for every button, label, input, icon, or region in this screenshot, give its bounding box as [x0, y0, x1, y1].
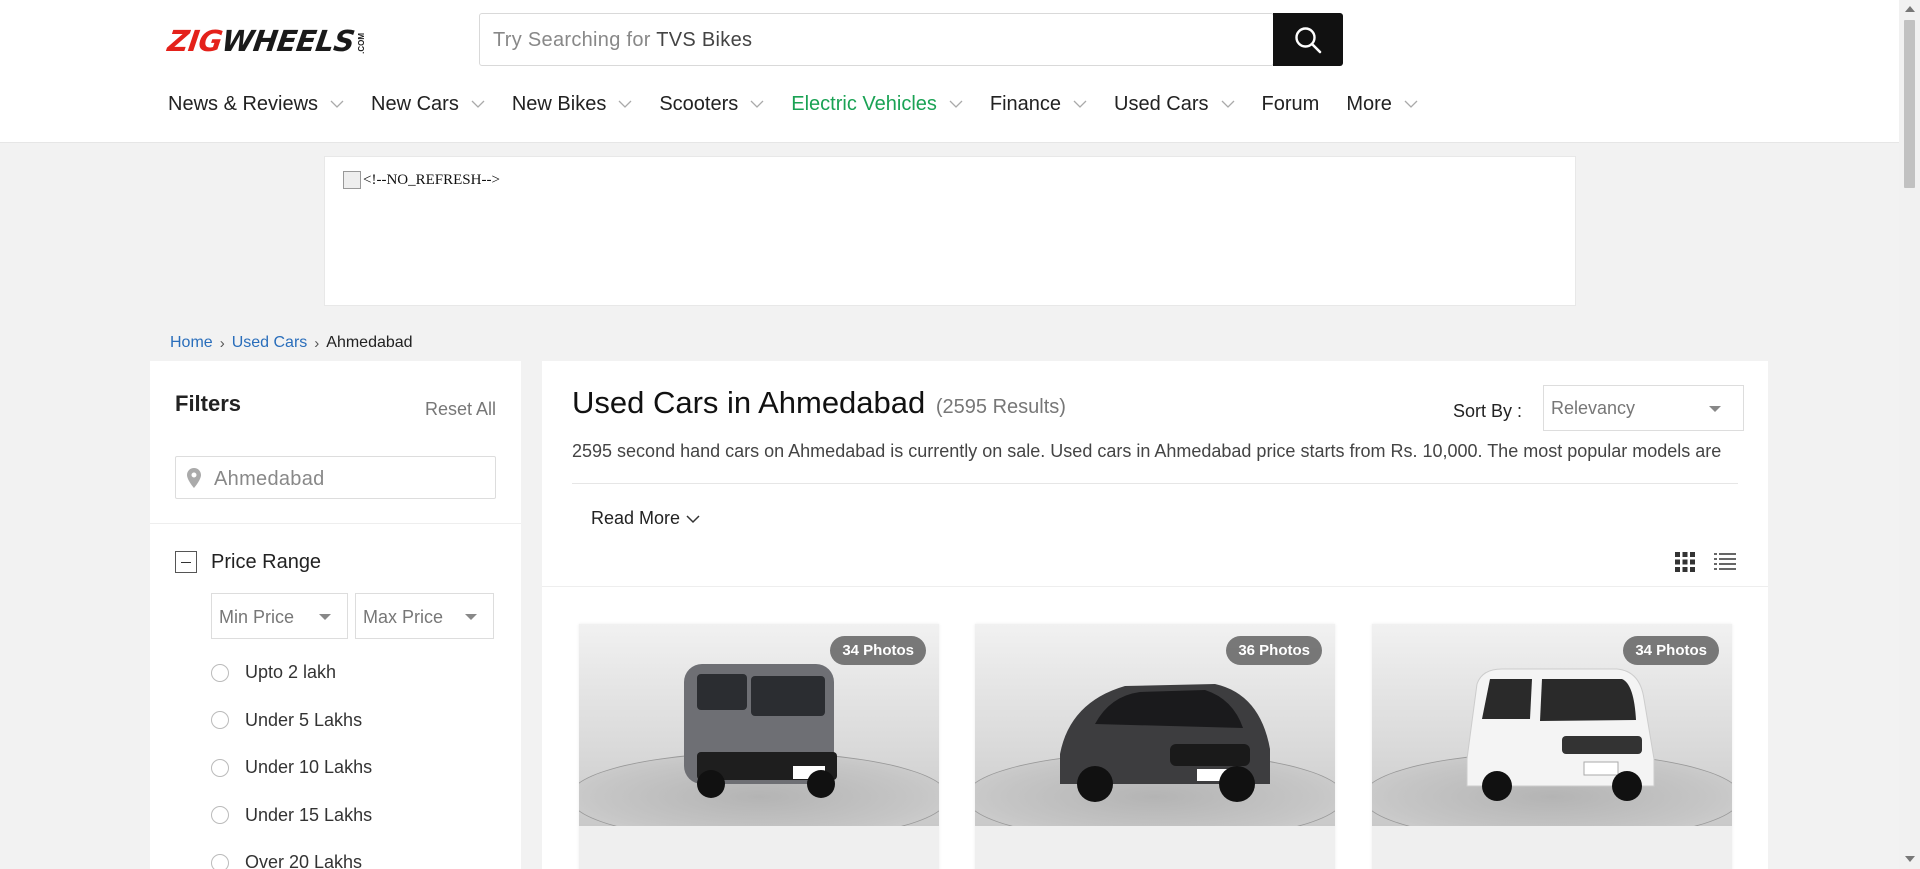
breadcrumb-separator-icon: › [219, 334, 225, 352]
listing-description: 2595 second hand cars on Ahmedabad is cu… [572, 441, 1722, 461]
breadcrumb: Home › Used Cars › Ahmedabad [170, 334, 413, 352]
chevron-down-icon [686, 514, 700, 523]
price-option[interactable]: Under 5 Lakhs [211, 710, 362, 731]
city-value: Ahmedabad [214, 468, 325, 490]
chevron-down-icon [949, 100, 963, 108]
chevron-down-icon [1404, 100, 1418, 108]
car-listing-card[interactable]: 34 Photos [1372, 624, 1732, 869]
nav-item-new-cars[interactable]: New Cars [371, 93, 485, 116]
nav-item-finance[interactable]: Finance [990, 93, 1087, 116]
main-nav: News & Reviews New Cars New Bikes Scooters E… [168, 92, 1445, 116]
ad-banner[interactable]: <!--NO_REFRESH--> [324, 156, 1576, 306]
chevron-down-icon [1221, 100, 1234, 108]
city-field[interactable]: Ahmedabad [175, 456, 496, 499]
chevron-down-icon [1073, 100, 1087, 108]
list-view-icon[interactable] [1714, 552, 1736, 572]
caret-down-icon [465, 614, 477, 620]
scroll-down-arrow-icon[interactable] [1905, 856, 1915, 862]
site-header: ZIG WHEELS .COM Try Searching for TVS Bike… [0, 0, 1899, 143]
price-option[interactable]: Upto 2 lakh [211, 662, 336, 683]
breadcrumb-home[interactable]: Home [170, 334, 213, 352]
nav-item-news-reviews[interactable]: News & Reviews [168, 93, 344, 116]
divider [572, 483, 1738, 484]
caret-down-icon [1709, 406, 1721, 412]
radio-button[interactable] [211, 853, 229, 869]
page-title: Used Cars in Ahmedabad (2595 Results) [572, 385, 1066, 420]
chevron-down-icon [618, 100, 632, 108]
price-option[interactable]: Over 20 Lakhs [211, 852, 362, 869]
card-details [975, 826, 1335, 869]
nav-item-more[interactable]: More [1346, 93, 1418, 116]
photo-count-badge: 36 Photos [1226, 636, 1322, 665]
read-more-button[interactable]: Read More [591, 508, 700, 529]
nav-item-new-bikes[interactable]: New Bikes [512, 93, 632, 116]
nav-item-electric-vehicles[interactable]: Electric Vehicles [791, 93, 963, 116]
radio-button[interactable] [211, 806, 229, 824]
sort-select[interactable]: Relevancy [1543, 385, 1744, 431]
location-pin-icon [187, 468, 201, 488]
price-range-title: Price Range [211, 551, 322, 573]
card-details [1372, 826, 1732, 869]
listing-panel: Used Cars in Ahmedabad (2595 Results) So… [542, 361, 1768, 869]
price-option[interactable]: Under 10 Lakhs [211, 757, 372, 778]
search-button[interactable] [1273, 13, 1343, 66]
radio-button[interactable] [211, 711, 229, 729]
card-details [579, 826, 939, 869]
car-listing-card[interactable]: 34 Photos [579, 624, 939, 869]
broken-image-icon [343, 171, 361, 189]
sort-by-label: Sort By : [1453, 401, 1523, 421]
filters-panel: Filters Reset All Ahmedabad Price Range … [150, 361, 521, 869]
max-price-select[interactable]: Max Price [355, 593, 494, 639]
photo-count-badge: 34 Photos [830, 636, 926, 665]
divider [150, 523, 521, 524]
zigwheels-logo[interactable]: ZIG WHEELS .COM [166, 24, 367, 58]
search-input[interactable]: Try Searching for TVS Bikes [479, 13, 1274, 66]
caret-down-icon [319, 614, 331, 620]
radio-button[interactable] [211, 758, 229, 777]
collapse-price-range-icon[interactable] [175, 551, 197, 573]
price-option[interactable]: Under 15 Lakhs [211, 805, 372, 826]
chevron-down-icon [471, 100, 485, 108]
search-icon [1295, 26, 1322, 53]
photo-count-badge: 34 Photos [1623, 636, 1719, 665]
breadcrumb-current: Ahmedabad [326, 334, 413, 351]
car-photo[interactable]: 34 Photos [1372, 624, 1732, 826]
nav-item-scooters[interactable]: Scooters [659, 93, 764, 116]
divider [542, 586, 1768, 587]
scrollbar[interactable] [1899, 0, 1920, 869]
result-count: (2595 Results) [935, 396, 1066, 418]
nav-item-used-cars[interactable]: Used Cars [1114, 93, 1234, 116]
car-listing-card[interactable]: 36 Photos [975, 624, 1335, 869]
car-photo[interactable]: 36 Photos [975, 624, 1335, 826]
chevron-down-icon [750, 100, 764, 108]
chevron-down-icon [330, 100, 344, 108]
reset-all-link[interactable]: Reset All [425, 399, 496, 420]
car-photo[interactable]: 34 Photos [579, 624, 939, 826]
radio-button[interactable] [211, 663, 229, 682]
broken-ad-image: <!--NO_REFRESH--> [343, 171, 500, 189]
nav-item-forum[interactable]: Forum [1262, 93, 1320, 116]
scroll-up-arrow-icon[interactable] [1905, 6, 1915, 12]
filters-title: Filters [175, 391, 242, 416]
search-placeholder: Try Searching for TVS Bikes [493, 29, 753, 51]
breadcrumb-separator-icon: › [314, 334, 320, 352]
grid-view-icon[interactable] [1675, 552, 1695, 572]
breadcrumb-used-cars[interactable]: Used Cars [232, 334, 308, 352]
scrollbar-thumb[interactable] [1904, 20, 1915, 188]
min-price-select[interactable]: Min Price [211, 593, 348, 639]
